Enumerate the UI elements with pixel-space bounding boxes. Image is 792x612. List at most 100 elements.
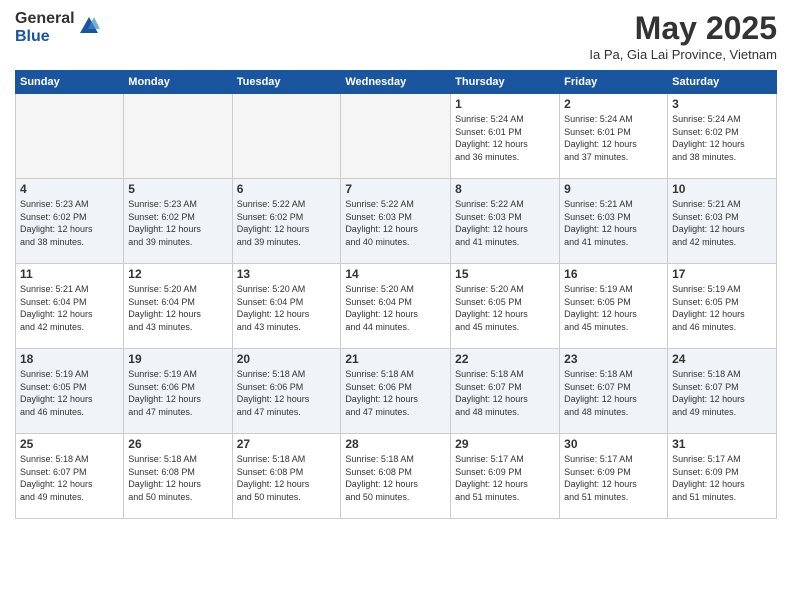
table-row: 3Sunrise: 5:24 AM Sunset: 6:02 PM Daylig…	[668, 94, 777, 179]
day-info: Sunrise: 5:21 AM Sunset: 6:04 PM Dayligh…	[20, 283, 119, 333]
table-row	[341, 94, 451, 179]
table-row	[232, 94, 341, 179]
day-number: 15	[455, 267, 555, 281]
day-info: Sunrise: 5:20 AM Sunset: 6:04 PM Dayligh…	[128, 283, 227, 333]
table-row: 16Sunrise: 5:19 AM Sunset: 6:05 PM Dayli…	[560, 264, 668, 349]
table-row: 23 Sunrise: 5:18 AM Sunset: 6:07 PM Dayli…	[560, 349, 668, 434]
day-info: Sunrise: 5:18 AM Sunset: 6:06 PM Dayligh…	[345, 368, 446, 418]
day-number: 10	[672, 182, 772, 196]
day-number: 23	[564, 352, 663, 366]
location: Ia Pa, Gia Lai Province, Vietnam	[589, 47, 777, 62]
day-info: Sunrise: 5:22 AM Sunset: 6:03 PM Dayligh…	[455, 198, 555, 248]
day-info: Sunrise: 5:18 AM Sunset: 6:08 PM Dayligh…	[128, 453, 227, 503]
day-number: 3	[672, 97, 772, 111]
logo-text: General Blue	[15, 10, 75, 45]
table-row: 24Sunrise: 5:18 AM Sunset: 6:07 PM Dayli…	[668, 349, 777, 434]
day-number: 28	[345, 437, 446, 451]
day-info: Sunrise: 5:19 AM Sunset: 6:05 PM Dayligh…	[20, 368, 119, 418]
day-number: 18	[20, 352, 119, 366]
col-tuesday: Tuesday	[232, 71, 341, 94]
calendar-table: Sunday Monday Tuesday Wednesday Thursday…	[15, 70, 777, 519]
day-number: 9	[564, 182, 663, 196]
logo-general: General	[15, 10, 75, 28]
table-row: 15 Sunrise: 5:20 AM Sunset: 6:05 PM Dayli…	[451, 264, 560, 349]
day-info: Sunrise: 5:18 AM Sunset: 6:08 PM Dayligh…	[237, 453, 337, 503]
day-number: 27	[237, 437, 337, 451]
table-row: 8 Sunrise: 5:22 AM Sunset: 6:03 PM Daylig…	[451, 179, 560, 264]
day-number: 5	[128, 182, 227, 196]
day-number: 8	[455, 182, 555, 196]
table-row: 18 Sunrise: 5:19 AM Sunset: 6:05 PM Dayli…	[16, 349, 124, 434]
table-row: 6 Sunrise: 5:22 AM Sunset: 6:02 PM Daylig…	[232, 179, 341, 264]
day-info: Sunrise: 5:23 AM Sunset: 6:02 PM Dayligh…	[128, 198, 227, 248]
table-row: 25 Sunrise: 5:18 AM Sunset: 6:07 PM Dayli…	[16, 434, 124, 519]
col-sunday: Sunday	[16, 71, 124, 94]
day-number: 31	[672, 437, 772, 451]
day-info: Sunrise: 5:18 AM Sunset: 6:06 PM Dayligh…	[237, 368, 337, 418]
table-row: 11 Sunrise: 5:21 AM Sunset: 6:04 PM Dayli…	[16, 264, 124, 349]
day-number: 11	[20, 267, 119, 281]
calendar-header-row: Sunday Monday Tuesday Wednesday Thursday…	[16, 71, 777, 94]
table-row: 7 Sunrise: 5:22 AM Sunset: 6:03 PM Daylig…	[341, 179, 451, 264]
day-info: Sunrise: 5:18 AM Sunset: 6:07 PM Dayligh…	[672, 368, 772, 418]
col-monday: Monday	[124, 71, 232, 94]
col-wednesday: Wednesday	[341, 71, 451, 94]
day-info: Sunrise: 5:17 AM Sunset: 6:09 PM Dayligh…	[672, 453, 772, 503]
table-row: 10Sunrise: 5:21 AM Sunset: 6:03 PM Dayli…	[668, 179, 777, 264]
day-info: Sunrise: 5:18 AM Sunset: 6:07 PM Dayligh…	[564, 368, 663, 418]
day-info: Sunrise: 5:18 AM Sunset: 6:07 PM Dayligh…	[20, 453, 119, 503]
day-info: Sunrise: 5:19 AM Sunset: 6:05 PM Dayligh…	[672, 283, 772, 333]
day-number: 30	[564, 437, 663, 451]
col-thursday: Thursday	[451, 71, 560, 94]
table-row: 31 Sunrise: 5:17 AM Sunset: 6:09 PM Dayli…	[668, 434, 777, 519]
table-row: 2 Sunrise: 5:24 AM Sunset: 6:01 PM Daylig…	[560, 94, 668, 179]
table-row: 13Sunrise: 5:20 AM Sunset: 6:04 PM Dayli…	[232, 264, 341, 349]
table-row	[124, 94, 232, 179]
day-info: Sunrise: 5:24 AM Sunset: 6:01 PM Dayligh…	[455, 113, 555, 163]
calendar-week-row: 4 Sunrise: 5:23 AM Sunset: 6:02 PM Daylig…	[16, 179, 777, 264]
day-info: Sunrise: 5:22 AM Sunset: 6:03 PM Dayligh…	[345, 198, 446, 248]
day-number: 14	[345, 267, 446, 281]
day-number: 25	[20, 437, 119, 451]
table-row: 17Sunrise: 5:19 AM Sunset: 6:05 PM Dayli…	[668, 264, 777, 349]
table-row: 27 Sunrise: 5:18 AM Sunset: 6:08 PM Dayli…	[232, 434, 341, 519]
day-number: 12	[128, 267, 227, 281]
table-row: 26 Sunrise: 5:18 AM Sunset: 6:08 PM Dayli…	[124, 434, 232, 519]
day-info: Sunrise: 5:23 AM Sunset: 6:02 PM Dayligh…	[20, 198, 119, 248]
table-row: 19Sunrise: 5:19 AM Sunset: 6:06 PM Dayli…	[124, 349, 232, 434]
table-row: 20 Sunrise: 5:18 AM Sunset: 6:06 PM Dayli…	[232, 349, 341, 434]
month-title: May 2025	[589, 10, 777, 47]
calendar-week-row: 18 Sunrise: 5:19 AM Sunset: 6:05 PM Dayli…	[16, 349, 777, 434]
day-info: Sunrise: 5:22 AM Sunset: 6:02 PM Dayligh…	[237, 198, 337, 248]
table-row: 4 Sunrise: 5:23 AM Sunset: 6:02 PM Daylig…	[16, 179, 124, 264]
calendar-week-row: 25 Sunrise: 5:18 AM Sunset: 6:07 PM Dayli…	[16, 434, 777, 519]
day-number: 26	[128, 437, 227, 451]
day-info: Sunrise: 5:20 AM Sunset: 6:04 PM Dayligh…	[237, 283, 337, 333]
logo-icon	[78, 15, 100, 37]
table-row: 9Sunrise: 5:21 AM Sunset: 6:03 PM Daylig…	[560, 179, 668, 264]
day-number: 20	[237, 352, 337, 366]
day-number: 4	[20, 182, 119, 196]
table-row: 12 Sunrise: 5:20 AM Sunset: 6:04 PM Dayli…	[124, 264, 232, 349]
logo: General Blue	[15, 10, 100, 45]
table-row: 22Sunrise: 5:18 AM Sunset: 6:07 PM Dayli…	[451, 349, 560, 434]
day-info: Sunrise: 5:20 AM Sunset: 6:05 PM Dayligh…	[455, 283, 555, 333]
table-row: 28Sunrise: 5:18 AM Sunset: 6:08 PM Dayli…	[341, 434, 451, 519]
day-number: 2	[564, 97, 663, 111]
day-info: Sunrise: 5:24 AM Sunset: 6:01 PM Dayligh…	[564, 113, 663, 163]
calendar-week-row: 11 Sunrise: 5:21 AM Sunset: 6:04 PM Dayli…	[16, 264, 777, 349]
table-row	[16, 94, 124, 179]
header: General Blue May 2025 Ia Pa, Gia Lai Pro…	[15, 10, 777, 62]
table-row: 29Sunrise: 5:17 AM Sunset: 6:09 PM Dayli…	[451, 434, 560, 519]
title-block: May 2025 Ia Pa, Gia Lai Province, Vietna…	[589, 10, 777, 62]
table-row: 21Sunrise: 5:18 AM Sunset: 6:06 PM Dayli…	[341, 349, 451, 434]
day-number: 7	[345, 182, 446, 196]
table-row: 5 Sunrise: 5:23 AM Sunset: 6:02 PM Daylig…	[124, 179, 232, 264]
day-number: 6	[237, 182, 337, 196]
logo-blue: Blue	[15, 28, 75, 46]
day-info: Sunrise: 5:17 AM Sunset: 6:09 PM Dayligh…	[564, 453, 663, 503]
day-info: Sunrise: 5:18 AM Sunset: 6:07 PM Dayligh…	[455, 368, 555, 418]
col-friday: Friday	[560, 71, 668, 94]
table-row: 1Sunrise: 5:24 AM Sunset: 6:01 PM Daylig…	[451, 94, 560, 179]
table-row: 30 Sunrise: 5:17 AM Sunset: 6:09 PM Dayli…	[560, 434, 668, 519]
